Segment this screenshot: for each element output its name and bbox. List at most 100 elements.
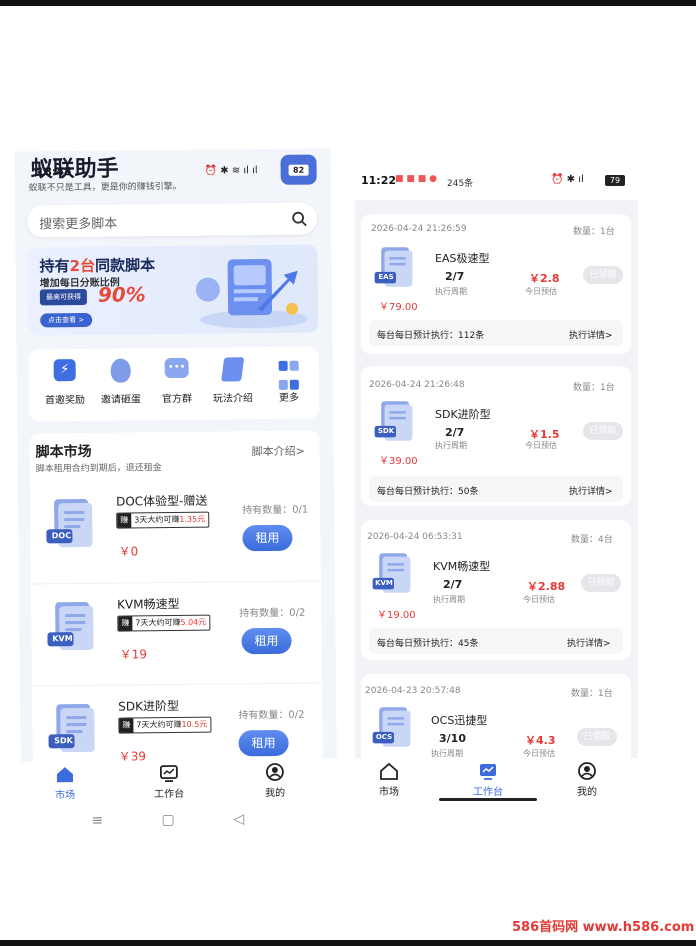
watermark: 586首码网 www.h586.com: [512, 920, 695, 935]
order-period: 2/7: [445, 426, 465, 439]
nav-mine[interactable]: 我的: [557, 762, 617, 798]
quick-item-group[interactable]: ••• 官方群: [149, 357, 205, 406]
document-icon: [46, 498, 93, 548]
nav-label: 我的: [265, 787, 286, 800]
book-icon: [221, 357, 245, 382]
order-qty: 数量：4台: [571, 535, 613, 545]
nav-mine[interactable]: 我的: [245, 763, 305, 800]
exec-detail-link[interactable]: 执行详情>: [569, 484, 613, 497]
chart-icon: [480, 764, 496, 780]
quick-item-guide[interactable]: 玩法介绍: [205, 357, 261, 405]
order-time: 2026-04-23 20:57:48: [365, 686, 461, 696]
market-subtitle: 脚本租用合约到期后，退还租金: [35, 463, 162, 475]
script-market: 脚本市场 脚本租用合约到期后，退还租金 脚本介绍> DOC DOC体验型-赠送 …: [29, 430, 323, 783]
search-bar[interactable]: 搜索更多脚本: [26, 202, 318, 238]
market-screen: 18:48 蚁联助手 蚁联不只是工具，更是你的赚钱引擎。 ⏰ ✱ ≋ ıl ıl…: [14, 148, 338, 842]
search-icon[interactable]: [291, 211, 307, 227]
daily-exec-label: 每台每日预计执行：112条: [377, 328, 484, 341]
quick-label: 更多: [278, 392, 300, 404]
order-time: 2026-04-24 06:53:31: [367, 532, 463, 542]
nav-workbench[interactable]: 工作台: [139, 764, 199, 801]
home-button-icon[interactable]: ▢: [161, 812, 174, 828]
user-icon: [578, 762, 596, 780]
top-black-bar: [0, 0, 696, 6]
nav-market[interactable]: 市场: [359, 762, 419, 798]
banner-title-post: 同款脚本: [94, 256, 156, 275]
document-icon: [372, 553, 411, 593]
item-tag: KVM: [52, 634, 73, 644]
market-intro-link[interactable]: 脚本介绍>: [251, 443, 304, 460]
exec-detail-link[interactable]: 执行详情>: [569, 328, 613, 341]
hold-count: 持有数量：0/2: [239, 607, 306, 620]
order-tag: KVM: [375, 579, 393, 587]
order-qty: 数量：1台: [571, 689, 613, 699]
nav-label: 工作台: [473, 787, 503, 798]
quick-item-egg[interactable]: 邀请砸蛋: [93, 358, 149, 406]
order-period: 2/7: [443, 578, 463, 591]
claimed-button[interactable]: 已领取: [583, 266, 623, 284]
app-slogan: 蚁联不只是工具，更是你的赚钱引擎。: [28, 181, 182, 194]
order-time: 2026-04-24 21:26:48: [369, 380, 465, 390]
order-name: OCS迅捷型: [431, 714, 488, 727]
user-icon: [266, 763, 284, 781]
nav-label: 市场: [55, 790, 76, 802]
claimed-button[interactable]: 已领取: [583, 422, 623, 440]
system-nav: ≡ ▢ ◁: [21, 802, 338, 842]
quick-actions: ⚡ 首邀奖励 邀请砸蛋 ••• 官方群 玩法介绍 更多: [28, 346, 320, 422]
quick-item-first-invite[interactable]: ⚡ 首邀奖励: [37, 359, 93, 407]
exec-detail-link[interactable]: 执行详情>: [567, 636, 611, 649]
earn-tag: 赚 3天大约可赚1.35元: [116, 511, 210, 529]
quick-item-more[interactable]: 更多: [261, 357, 317, 405]
nav-workbench[interactable]: 工作台: [458, 762, 518, 798]
home-icon: [380, 762, 398, 780]
order-name: EAS极速型: [435, 252, 490, 265]
menu-icon[interactable]: ≡: [91, 813, 103, 829]
earn-tag-text: 3天大约可赚: [134, 514, 180, 525]
claimed-button[interactable]: 已领取: [581, 574, 621, 592]
daily-exec-label: 每台每日预计执行：45条: [377, 636, 478, 649]
item-name: SDK进阶型: [118, 698, 180, 714]
order-period-label: 执行周期: [435, 287, 467, 296]
order-period: 2/7: [445, 270, 465, 283]
order-estimate-label: 今日预估: [523, 595, 555, 604]
rent-button[interactable]: 租用: [242, 524, 293, 552]
status-extra: 245条: [447, 179, 474, 189]
order-estimate-label: 今日预估: [525, 287, 557, 296]
daily-exec-label: 每台每日预计执行：50条: [377, 484, 478, 497]
item-tag: DOC: [51, 531, 72, 541]
workbench-screen: 11:22 ■ ■ ■ ● 245条 ⏰ ✱ ıl 79 2026-04-24 …: [355, 162, 638, 802]
banner-cta[interactable]: 点击查看 >: [40, 312, 93, 328]
earn-tag-text: 7天大约可赚: [135, 617, 181, 628]
order-card[interactable]: 2026-04-24 06:53:31 数量：4台 KVM KVM畅速型 2/7…: [361, 520, 631, 660]
market-title: 脚本市场: [35, 443, 92, 461]
order-card[interactable]: 2026-04-24 21:26:48 数量：1台 SDK SDK进阶型 2/7…: [361, 366, 631, 506]
item-tag: SDK: [54, 736, 73, 746]
item-name: KVM畅速型: [117, 596, 180, 612]
earn-tag-key: 赚: [117, 513, 132, 528]
claimed-button[interactable]: 已领取: [577, 728, 617, 746]
daily-exec-value: 50条: [458, 487, 479, 497]
bottom-black-bar: [0, 940, 696, 946]
order-card[interactable]: 2026-04-24 21:26:59 数量：1台 EAS EAS极速型 2/7…: [361, 214, 631, 354]
item-name: DOC体验型-赠送: [115, 493, 208, 509]
banner-percent: 90%: [97, 282, 146, 307]
lightning-icon: ⚡: [53, 359, 76, 382]
promo-banner[interactable]: 持有2台同款脚本 增加每日分账比例 最高可获得 90% 点击查看 >: [27, 244, 319, 336]
order-estimate: ￥2.88: [527, 580, 566, 593]
order-estimate: ￥4.3: [525, 734, 556, 747]
rent-button[interactable]: 租用: [238, 729, 289, 757]
earn-tag: 赚 7天大约可赚10.5元: [118, 716, 212, 734]
order-qty: 数量：1台: [573, 227, 615, 237]
notification-icons: ■ ■ ■ ●: [395, 174, 437, 184]
order-period-label: 执行周期: [435, 441, 467, 450]
order-name: SDK进阶型: [435, 408, 491, 421]
order-estimate-label: 今日预估: [525, 441, 557, 450]
earn-tag-value: 10.5元: [181, 719, 208, 729]
home-indicator[interactable]: [439, 798, 537, 801]
status-icons: ⏰ ✱ ≋ ıl ıl: [204, 165, 258, 177]
status-bar: 11:22 ■ ■ ■ ● 245条 ⏰ ✱ ıl 79: [355, 162, 638, 200]
back-icon[interactable]: ◁: [233, 811, 244, 827]
daily-exec-value: 45条: [458, 639, 479, 649]
rent-button[interactable]: 租用: [241, 627, 292, 655]
nav-market[interactable]: 市场: [35, 765, 95, 802]
